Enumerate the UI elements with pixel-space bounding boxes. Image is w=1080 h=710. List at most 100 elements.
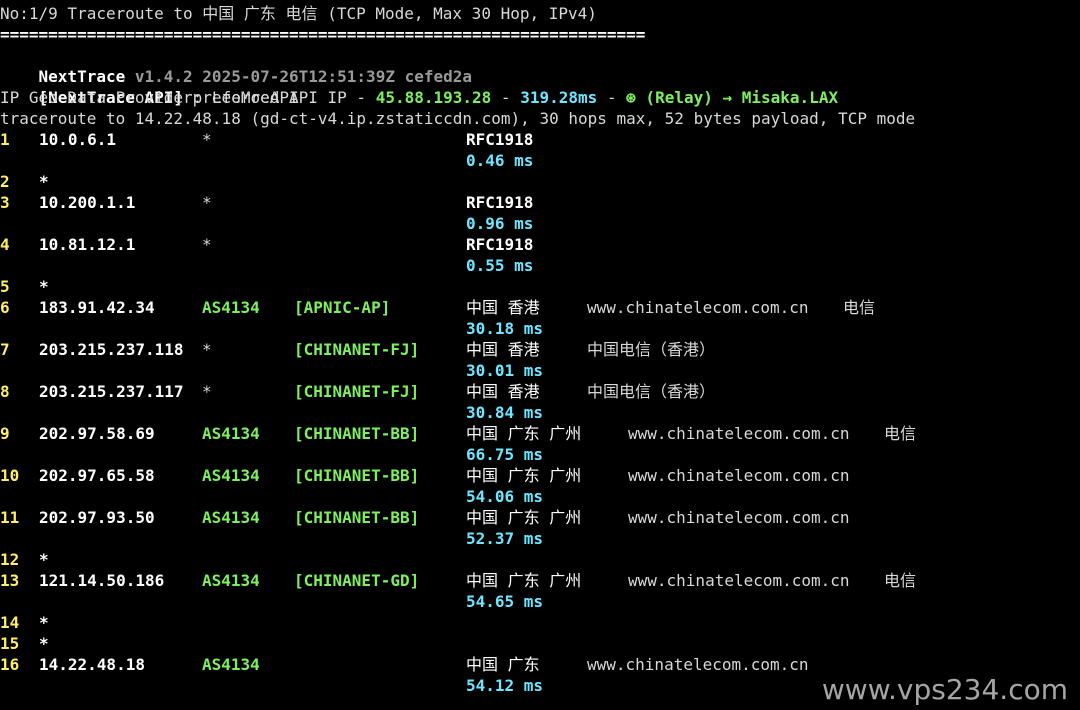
hop-domain: www.chinatelecom.com.cn [628, 508, 850, 527]
hop-timeout: * [39, 550, 49, 569]
hop-ip: 10.200.1.1 [39, 193, 136, 212]
hop-asn: * [202, 382, 212, 401]
hop-isp: 电信 [843, 298, 876, 317]
hop-ip: 203.215.237.118 [39, 340, 184, 359]
hop-domain: www.chinatelecom.com.cn [628, 571, 850, 590]
traceroute-line: traceroute to 14.22.48.18 (gd-ct-v4.ip.z… [0, 109, 916, 128]
hop-latency: 0.96 ms [466, 214, 534, 233]
hop-number: 7 [0, 340, 10, 359]
hop-latency: 30.18 ms [466, 319, 544, 338]
hop-timeout: * [39, 634, 49, 653]
hop-domain: www.chinatelecom.com.cn [587, 298, 809, 317]
hop-number: 14 [0, 613, 20, 632]
hop-geo: 中国 香港 [466, 382, 540, 401]
hop-row: 1 10.0.6.1 * RFC1918 0.46 ms [0, 129, 1080, 171]
hop-domain: 中国电信（香港） [587, 340, 716, 359]
hop-row: 9 202.97.58.69 AS4134 [CHINANET-BB] 中国 广东 广州… [0, 423, 1080, 465]
api-ip: 45.88.193.28 [375, 88, 492, 107]
hop-number: 8 [0, 382, 10, 401]
hop-asn: AS4134 [202, 298, 260, 317]
hop-asn: AS4134 [202, 508, 260, 527]
hop-geo: 中国 广东 [466, 655, 540, 674]
relay-icon: ⊛ [626, 88, 636, 107]
hop-number: 2 [0, 172, 10, 191]
hop-asn: * [202, 193, 212, 212]
hop-latency: 0.46 ms [466, 151, 534, 170]
hop-number: 10 [0, 466, 20, 485]
hop-network-tag: [APNIC-AP] [294, 298, 391, 317]
hop-domain: www.chinatelecom.com.cn [628, 466, 850, 485]
hop-number: 3 [0, 193, 10, 212]
hop-ip: 10.0.6.1 [39, 130, 117, 149]
hop-latency: 52.37 ms [466, 529, 544, 548]
hop-network-tag: [CHINANET-BB] [294, 424, 420, 443]
hop-geo: 中国 香港 [466, 340, 540, 359]
geo-provider-line: IP Geo Data Provider: LeoMoeAPI [0, 88, 299, 107]
hop-number: 16 [0, 655, 20, 674]
hop-ip: 202.97.65.58 [39, 466, 155, 485]
hop-number: 4 [0, 235, 10, 254]
hop-number: 6 [0, 298, 10, 317]
hop-geo: 中国 广东 广州 [466, 508, 582, 527]
hop-asn: AS4134 [202, 424, 260, 443]
hop-timeout: * [39, 172, 49, 191]
api-line: [NextTrace API] preferred API IP - 45.88… [0, 66, 839, 107]
hop-ip: 202.97.58.69 [39, 424, 155, 443]
hop-latency: 30.84 ms [466, 403, 544, 422]
hop-latency: 66.75 ms [466, 445, 544, 464]
api-latency: 319.28ms [520, 88, 598, 107]
hop-domain: www.chinatelecom.com.cn [587, 655, 809, 674]
hop-asn: * [202, 235, 212, 254]
hop-number: 1 [0, 130, 10, 149]
hop-row: 13 121.14.50.186 AS4134 [CHINANET-GD] 中国 广东 … [0, 570, 1080, 612]
hop-network-tag: [CHINANET-FJ] [294, 382, 420, 401]
api-dash: - [491, 88, 521, 107]
hop-number: 15 [0, 634, 20, 653]
hop-ip: 121.14.50.186 [39, 571, 165, 590]
hop-geo: RFC1918 [466, 193, 534, 212]
hop-row: 10 202.97.65.58 AS4134 [CHINANET-BB] 中国 广东 广… [0, 465, 1080, 507]
hop-asn: AS4134 [202, 466, 260, 485]
hop-geo: 中国 香港 [466, 298, 540, 317]
hop-latency: 54.12 ms [466, 676, 544, 695]
hop-network-tag: [CHINANET-BB] [294, 508, 420, 527]
hop-row: 4 10.81.12.1 * RFC1918 0.55 ms [0, 234, 1080, 276]
separator-line: ========================================… [0, 25, 646, 44]
hop-latency: 54.65 ms [466, 592, 544, 611]
hop-network-tag: [CHINANET-GD] [294, 571, 420, 590]
hop-latency: 0.55 ms [466, 256, 534, 275]
hop-row: 8 203.215.237.117 * [CHINANET-FJ] 中国 香港 中国电信（… [0, 381, 1080, 423]
hop-number: 11 [0, 508, 20, 527]
hop-geo: 中国 广东 广州 [466, 424, 582, 443]
hop-ip: 14.22.48.18 [39, 655, 145, 674]
hop-row: 6 183.91.42.34 AS4134 [APNIC-AP] 中国 香港 www.ch… [0, 297, 1080, 339]
hop-number: 12 [0, 550, 20, 569]
hop-asn: * [202, 340, 212, 359]
hop-geo: 中国 广东 广州 [466, 571, 582, 590]
hop-isp: 电信 [884, 424, 917, 443]
hop-number: 9 [0, 424, 10, 443]
hop-isp: 电信 [884, 571, 917, 590]
hop-ip: 203.215.237.117 [39, 382, 184, 401]
hop-network-tag: [CHINANET-BB] [294, 466, 420, 485]
terminal-window[interactable]: No:1/9 Traceroute to 中国 广东 电信 (TCP Mode,… [0, 0, 1080, 710]
hop-asn: AS4134 [202, 655, 260, 674]
hop-ip: 10.81.12.1 [39, 235, 136, 254]
hop-asn: AS4134 [202, 571, 260, 590]
hop-timeout: * [39, 277, 49, 296]
hop-domain: 中国电信（香港） [587, 382, 716, 401]
hop-geo: RFC1918 [466, 235, 534, 254]
api-dash-2: - [597, 88, 627, 107]
hop-number: 5 [0, 277, 10, 296]
hop-number: 13 [0, 571, 20, 590]
hop-geo: RFC1918 [466, 130, 534, 149]
hop-timeout: * [39, 613, 49, 632]
title-line: No:1/9 Traceroute to 中国 广东 电信 (TCP Mode,… [0, 4, 597, 23]
hop-ip: 202.97.93.50 [39, 508, 155, 527]
version-line: NextTrace v1.4.2 2025-07-26T12:51:39Z ce… [0, 45, 472, 86]
hop-row: 11 202.97.93.50 AS4134 [CHINANET-BB] 中国 广东 广… [0, 507, 1080, 549]
hop-row: 3 10.200.1.1 * RFC1918 0.96 ms [0, 192, 1080, 234]
hop-latency: 30.01 ms [466, 361, 544, 380]
hop-network-tag: [CHINANET-FJ] [294, 340, 420, 359]
api-relay: (Relay) → Misaka.LAX [635, 88, 839, 107]
